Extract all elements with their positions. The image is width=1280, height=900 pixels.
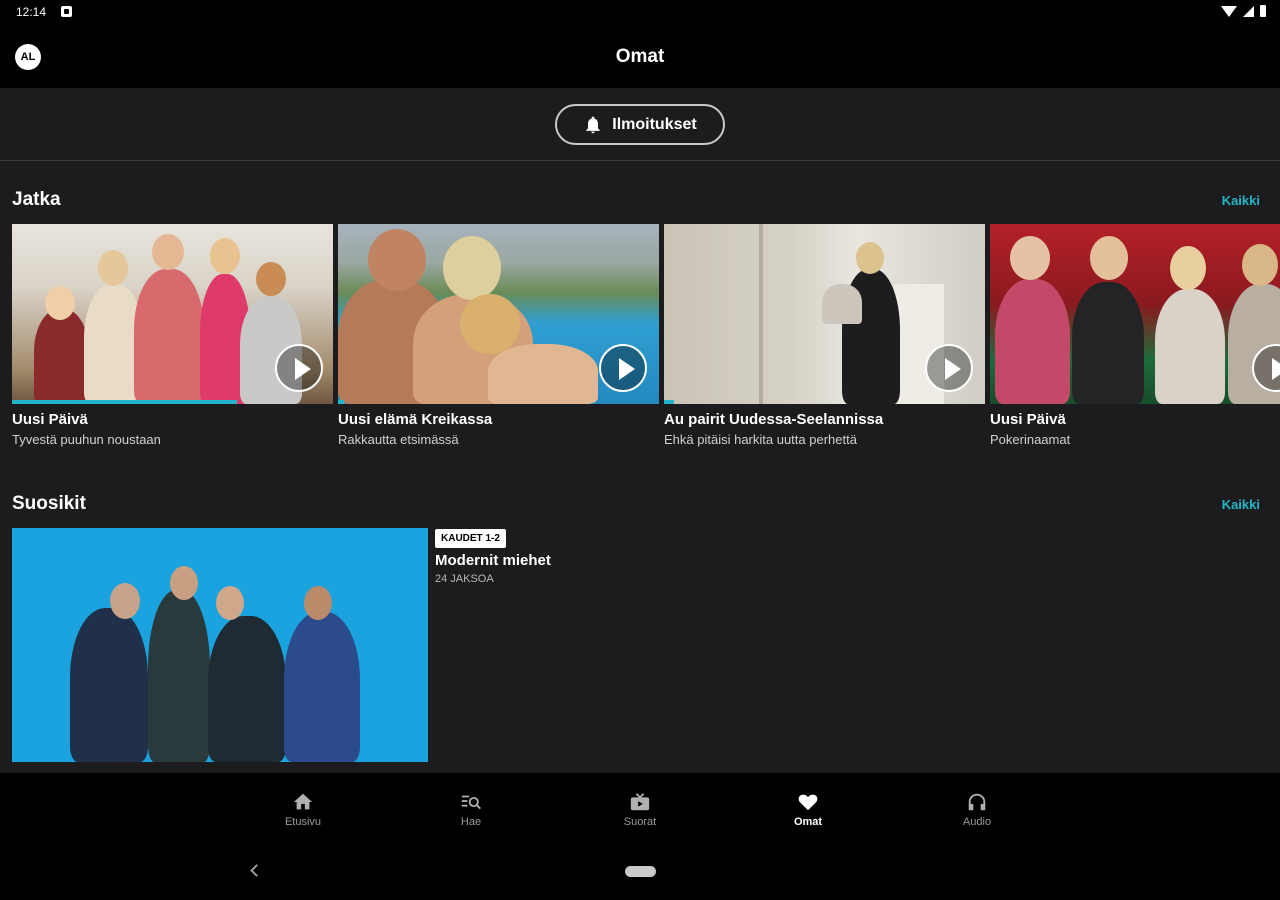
notification-icon	[61, 6, 72, 17]
status-bar: 12:14	[0, 0, 1280, 26]
nav-label: Hae	[460, 816, 482, 828]
status-time: 12:14	[16, 5, 47, 19]
nav-item-home[interactable]: Etusivu	[253, 791, 353, 828]
thumbnail	[338, 224, 659, 404]
continue-card[interactable]: Uusi Päivä Pokerinaamat	[990, 224, 1280, 447]
nav-label: Suorat	[623, 816, 657, 828]
nav-label: Etusivu	[284, 816, 322, 828]
home-icon	[293, 793, 313, 810]
wifi-icon	[1221, 5, 1237, 17]
favorites-see-all[interactable]: Kaikki	[1222, 497, 1260, 512]
play-icon[interactable]	[275, 344, 323, 392]
status-icons	[1221, 5, 1266, 17]
bottom-nav: Etusivu Hae Suorat Omat Audio	[0, 773, 1280, 840]
main-content[interactable]: Ilmoitukset Jatka Kaikki Uusi Päivä Tyve…	[0, 88, 1280, 773]
notifications-bar: Ilmoitukset	[0, 88, 1280, 161]
continue-card[interactable]: Au pairit Uudessa-Seelannissa Ehkä pitäi…	[664, 224, 985, 447]
back-icon[interactable]	[250, 864, 263, 877]
card-subtitle: Pokerinaamat	[990, 432, 1071, 447]
season-badge: KAUDET 1-2	[435, 529, 506, 548]
continue-card[interactable]: Uusi elämä Kreikassa Rakkautta etsimässä	[338, 224, 659, 447]
home-handle[interactable]	[625, 866, 656, 877]
search-list-icon	[461, 795, 481, 810]
bell-icon	[586, 116, 600, 133]
play-icon[interactable]	[925, 344, 973, 392]
watch-progress	[12, 400, 237, 404]
live-tv-icon	[630, 793, 650, 811]
card-subtitle: Tyvestä puuhun noustaan	[12, 432, 161, 447]
watch-progress	[338, 400, 344, 404]
nav-item-audio[interactable]: Audio	[927, 791, 1027, 828]
nav-item-my[interactable]: Omat	[758, 791, 858, 828]
continue-title: Jatka	[12, 189, 61, 210]
thumbnail	[12, 224, 333, 404]
favorite-title[interactable]: Modernit miehet	[435, 552, 551, 569]
card-title: Uusi Päivä	[990, 411, 1066, 428]
nav-item-live[interactable]: Suorat	[590, 791, 690, 828]
thumbnail	[664, 224, 985, 404]
nav-label: Audio	[962, 816, 992, 828]
notifications-button[interactable]: Ilmoitukset	[555, 104, 725, 145]
card-subtitle: Ehkä pitäisi harkita uutta perhettä	[664, 432, 857, 447]
battery-icon	[1260, 5, 1266, 17]
favorite-thumbnail[interactable]	[12, 528, 428, 762]
card-title: Au pairit Uudessa-Seelannissa	[664, 411, 884, 428]
notifications-label: Ilmoitukset	[612, 115, 697, 133]
card-title: Uusi elämä Kreikassa	[338, 411, 493, 428]
card-subtitle: Rakkautta etsimässä	[338, 432, 459, 447]
nav-item-search[interactable]: Hae	[421, 791, 521, 828]
page-title: Omat	[615, 46, 665, 67]
favorite-episode-count: 24 JAKSOA	[435, 573, 494, 585]
headphones-icon	[968, 793, 986, 811]
play-icon[interactable]	[599, 344, 647, 392]
continue-card[interactable]: Uusi Päivä Tyvestä puuhun noustaan	[12, 224, 333, 447]
app-bar: AL Omat	[0, 26, 1280, 88]
favorites-title: Suosikit	[12, 493, 86, 514]
signal-icon	[1243, 5, 1254, 17]
nav-label: Omat	[793, 816, 823, 828]
card-title: Uusi Päivä	[12, 411, 88, 428]
watch-progress	[664, 400, 674, 404]
thumbnail	[990, 224, 1280, 404]
continue-see-all[interactable]: Kaikki	[1222, 193, 1260, 208]
heart-icon	[798, 794, 818, 811]
system-nav-bar	[0, 840, 1280, 900]
